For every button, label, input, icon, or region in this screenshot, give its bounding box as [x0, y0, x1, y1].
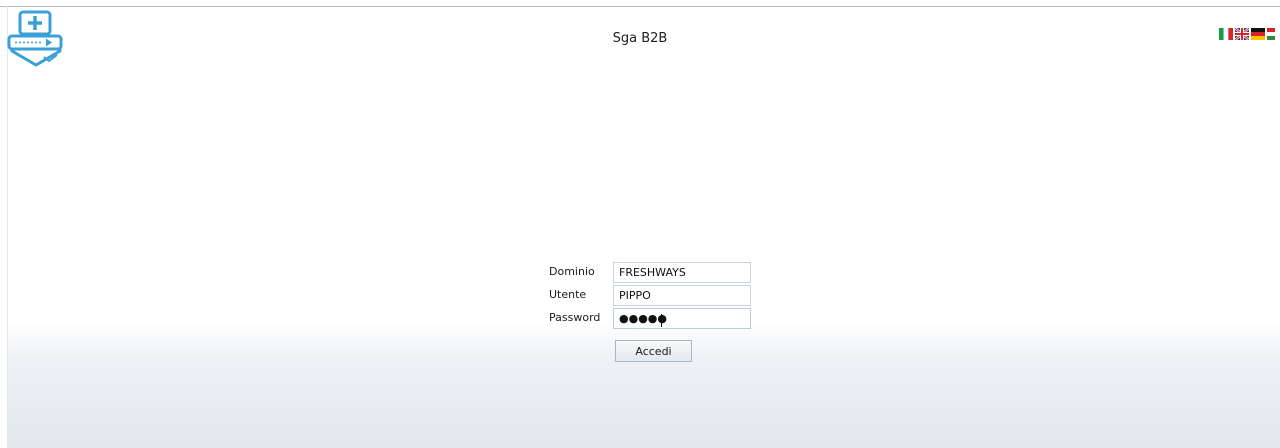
top-divider: [0, 6, 1280, 7]
flag-germany-icon[interactable]: [1251, 28, 1265, 40]
login-button[interactable]: Accedi: [615, 340, 692, 362]
medical-shield-logo-icon: [6, 7, 66, 69]
domain-input[interactable]: [613, 262, 751, 283]
user-label: Utente: [549, 288, 587, 301]
flag-uk-icon[interactable]: [1235, 28, 1249, 40]
app-title: Sga B2B: [612, 31, 668, 46]
domain-row: Dominio: [549, 262, 751, 283]
password-row: Password: [549, 308, 751, 329]
password-input[interactable]: [613, 308, 751, 329]
user-row: Utente: [549, 285, 751, 306]
flag-italy-icon[interactable]: [1219, 28, 1233, 40]
language-selector: [1219, 28, 1275, 40]
login-page: Sga B2B Dominio FRESHWAYS Utente PIPPO P…: [0, 0, 1280, 448]
flag-hungary-icon[interactable]: [1267, 28, 1275, 40]
text-cursor: [661, 314, 662, 327]
user-input[interactable]: [613, 285, 751, 306]
domain-label: Dominio: [549, 265, 595, 278]
password-label: Password: [549, 311, 601, 324]
